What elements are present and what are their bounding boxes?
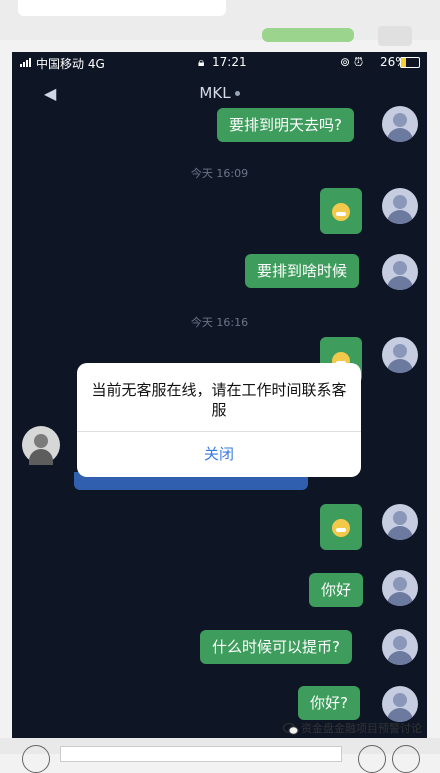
nav-bar: ◀ MKL	[12, 74, 427, 112]
dialog-message: 当前无客服在线，请在工作时间联系客服	[91, 381, 347, 419]
avatar	[382, 337, 418, 373]
online-dot-icon	[234, 91, 240, 96]
mask-face-icon	[332, 518, 350, 537]
alarm-icon: ⊚ ⏰︎	[340, 55, 364, 69]
emoji-bubble[interactable]	[320, 188, 362, 234]
lock-icon: 🔒︎	[198, 55, 205, 69]
avatar	[382, 188, 418, 224]
avatar	[382, 686, 418, 722]
timestamp: 今天 16:16	[190, 316, 249, 329]
watermark: 资金盘金融项目预警讨论	[283, 720, 422, 736]
phone-screen: 中国移动 4G 🔒︎ 17:21 ⊚ ⏰︎ 26% ◀ MKL 要排到明天去吗?…	[12, 52, 427, 754]
chat-title: MKL	[12, 84, 427, 102]
wechat-icon	[283, 723, 299, 735]
emoji-bubble[interactable]	[320, 504, 362, 550]
timestamp: 今天 16:09	[190, 167, 249, 180]
emoji-icon[interactable]	[358, 745, 386, 773]
avatar	[382, 106, 418, 142]
plus-icon[interactable]	[392, 745, 420, 773]
signal-icon	[20, 57, 31, 67]
status-bar: 中国移动 4G 🔒︎ 17:21 ⊚ ⏰︎ 26%	[12, 52, 427, 72]
message-bubble[interactable]: 什么时候可以提币?	[200, 630, 352, 664]
previous-gray-block	[378, 26, 412, 46]
alert-dialog: 当前无客服在线，请在工作时间联系客服 关闭	[77, 363, 361, 477]
voice-icon[interactable]	[22, 745, 50, 773]
agent-avatar	[22, 426, 60, 465]
message-bubble[interactable]: 你好?	[298, 686, 360, 720]
battery-icon	[400, 57, 420, 68]
message-input[interactable]	[60, 746, 342, 762]
message-bubble[interactable]: 你好	[309, 573, 364, 607]
previous-card	[18, 0, 226, 16]
message-bubble[interactable]: 要排到明天去吗?	[217, 108, 354, 142]
avatar	[382, 254, 418, 290]
previous-green-bubble	[262, 28, 354, 42]
mask-face-icon	[332, 202, 350, 221]
message-bubble[interactable]: 要排到啥时候	[245, 254, 360, 288]
avatar	[382, 504, 418, 540]
close-button[interactable]: 关闭	[77, 432, 361, 477]
carrier-label: 中国移动 4G	[36, 57, 105, 71]
avatar	[382, 570, 418, 606]
avatar	[382, 629, 418, 665]
status-time: 17:21	[212, 55, 247, 69]
previous-screenshot-strip	[0, 0, 440, 46]
